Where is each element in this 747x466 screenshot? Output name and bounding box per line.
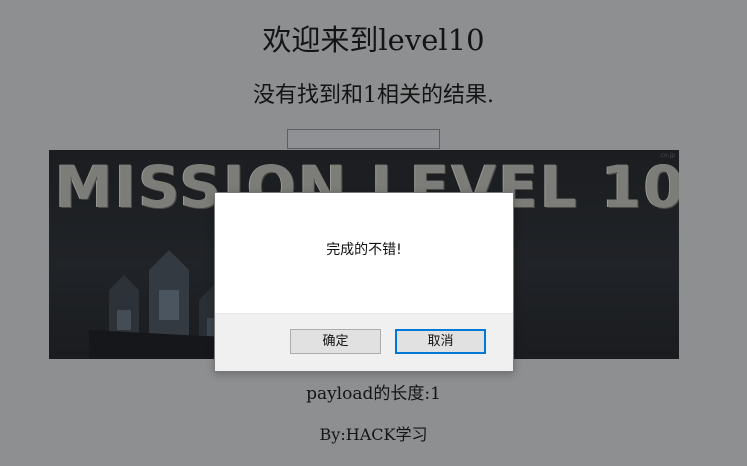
cancel-button[interactable]: 取消 xyxy=(395,329,486,354)
search-input[interactable] xyxy=(287,129,440,149)
dialog-message: 完成的不错! xyxy=(326,242,402,258)
ok-button[interactable]: 确定 xyxy=(290,329,381,354)
payload-length-text: payload的长度:1 xyxy=(306,384,441,404)
banner-watermark: .co.jp xyxy=(658,152,675,159)
alert-dialog: 完成的不错! 确定 取消 xyxy=(214,192,514,372)
dialog-footer: 确定 取消 xyxy=(215,313,513,371)
byline-text: By:HACK学习 xyxy=(319,425,428,444)
page-title: 欢迎来到level10 xyxy=(262,23,485,57)
search-result-message: 没有找到和1相关的结果. xyxy=(253,83,494,108)
